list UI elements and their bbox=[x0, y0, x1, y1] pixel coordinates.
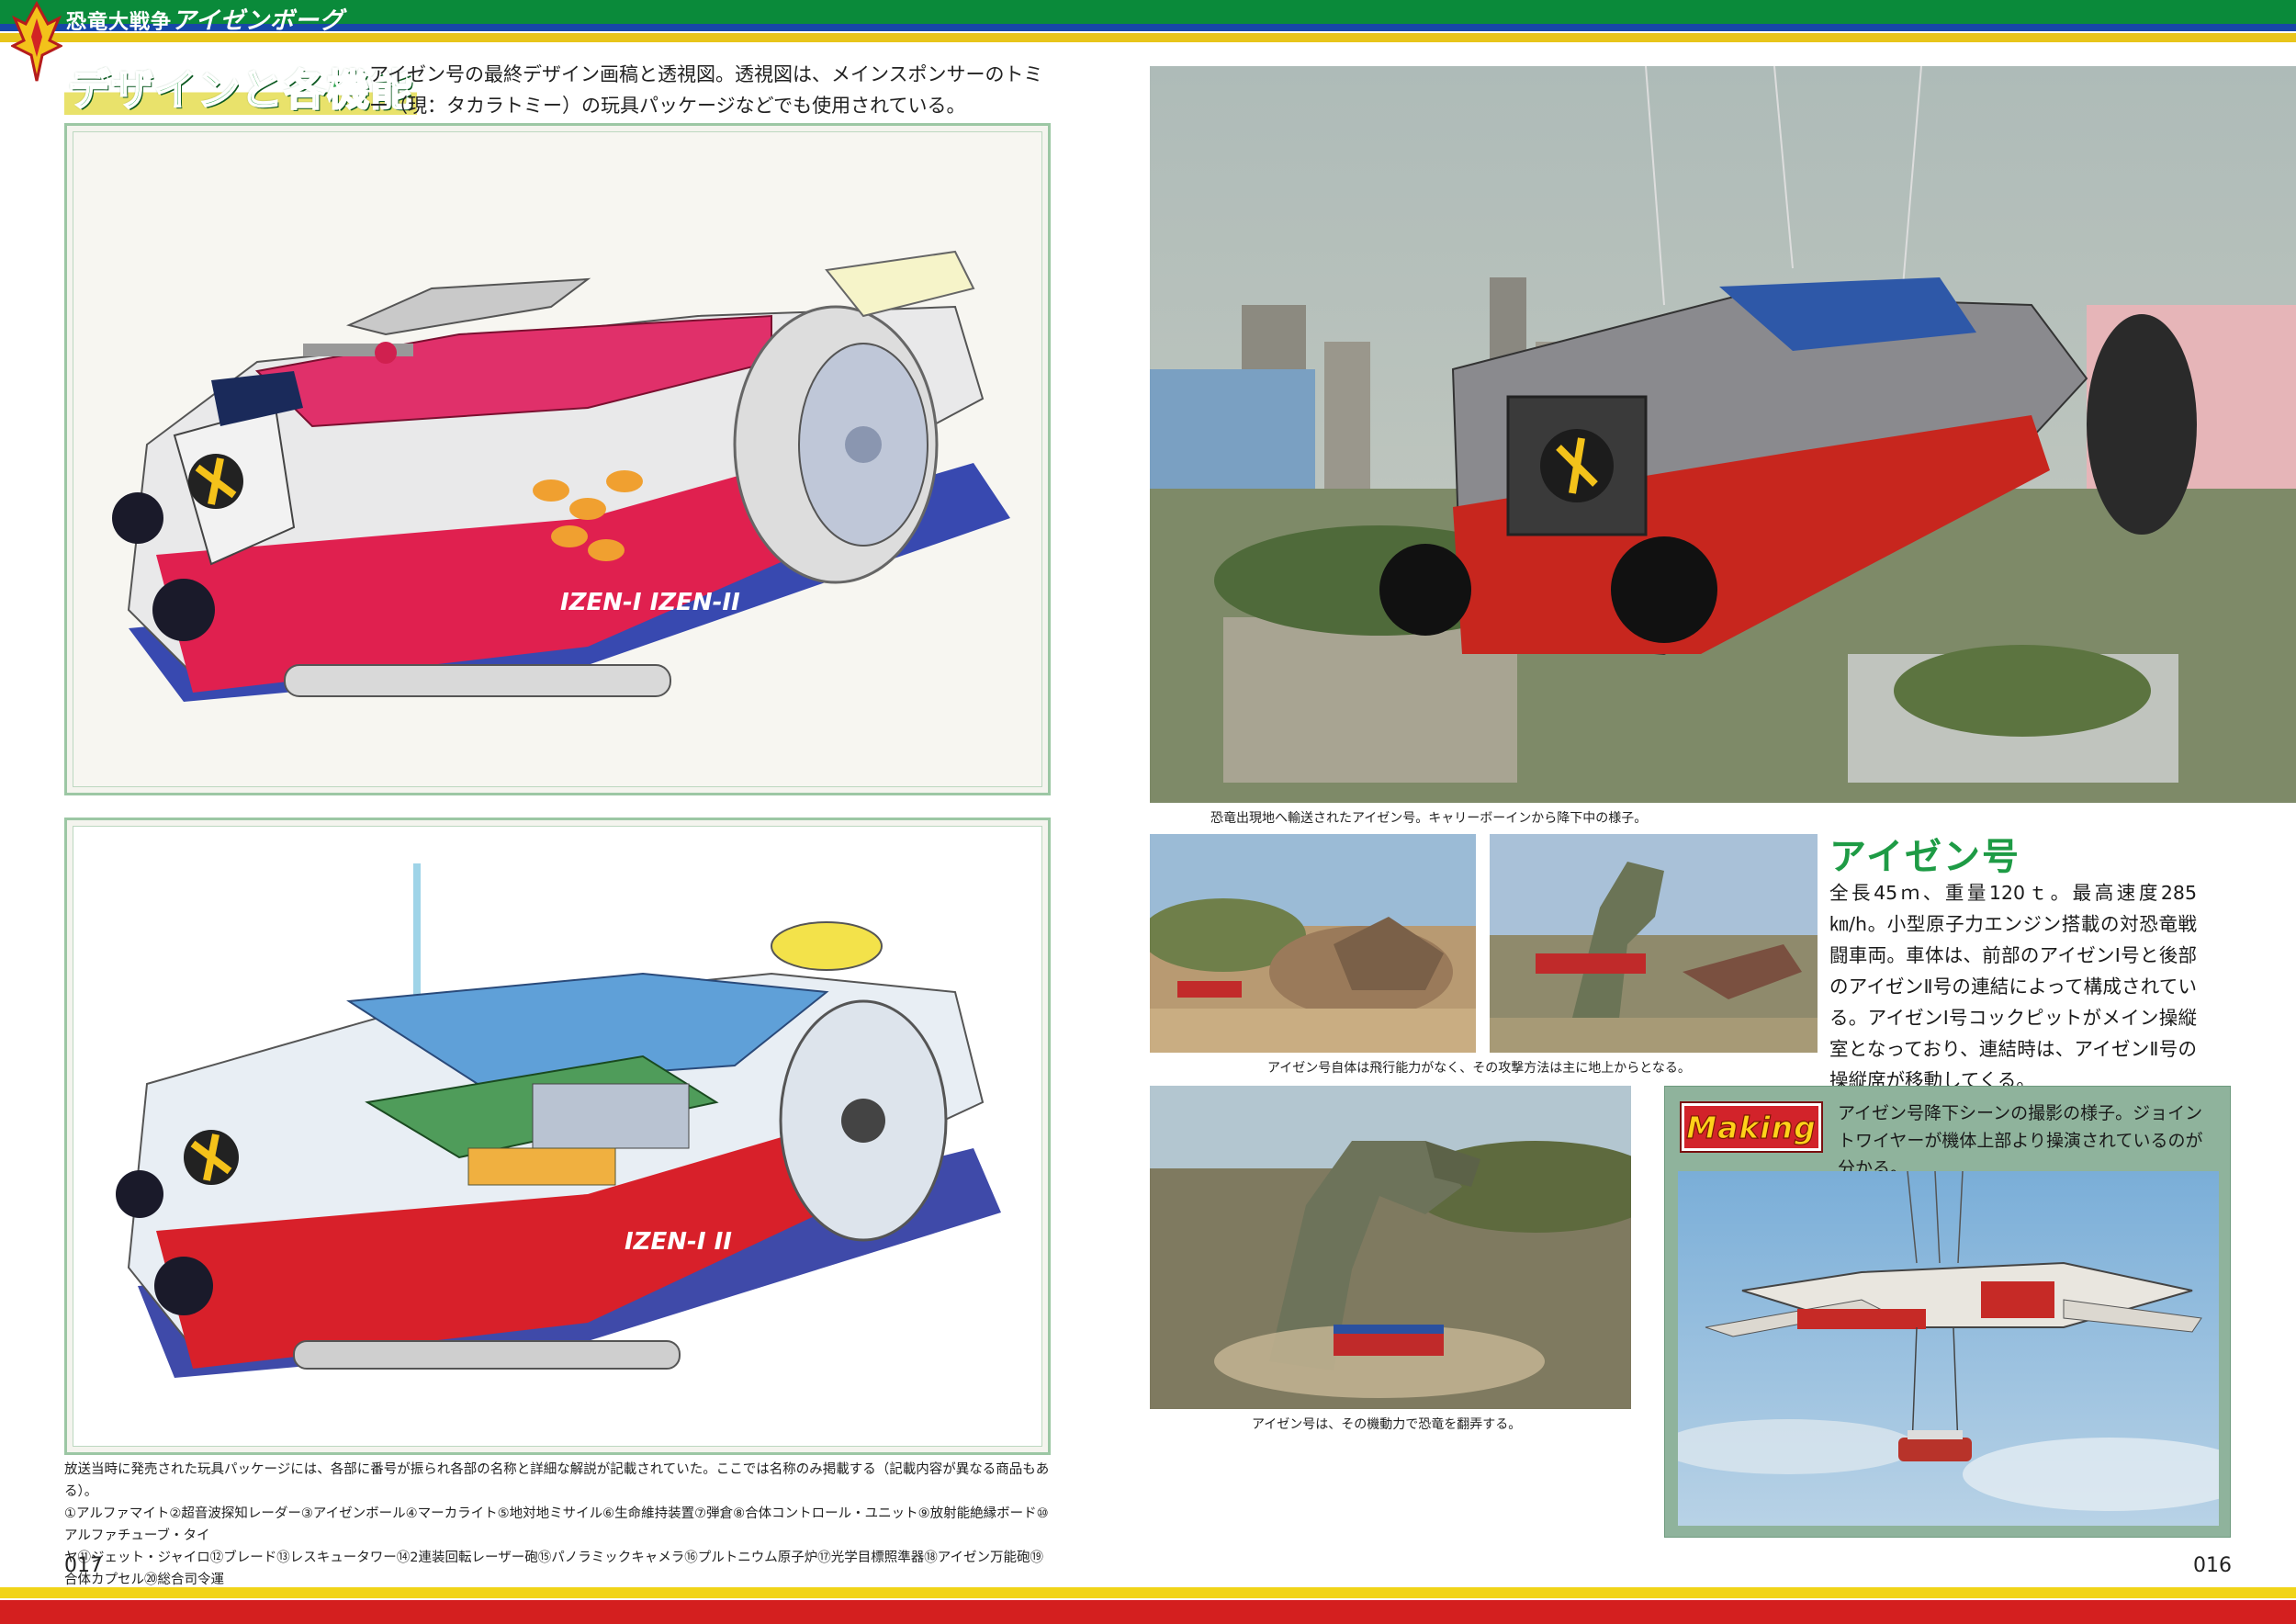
series-main-title: アイゼンボーグ bbox=[172, 7, 344, 35]
making-text: アイゼン号降下シーンの撮影の様子。ジョイントワイヤーが機体上部より操演されている… bbox=[1838, 1103, 2203, 1179]
cutaway-artwork-frame: IZEN-I II bbox=[64, 818, 1051, 1455]
dinosaur-attack-photo-image bbox=[1150, 1086, 1631, 1409]
parts-caption-line-1: ①アルファマイト②超音波探知レーダー③アイゼンボール④マーカライト⑤地対地ミサイ… bbox=[64, 1506, 1049, 1543]
making-photo bbox=[1678, 1171, 2219, 1526]
vehicle-description: 全長45ｍ、重量120ｔ。最高速度285㎞/h。小型原子力エンジン搭載の対恐竜戦… bbox=[1829, 882, 2197, 1091]
main-photo-image bbox=[1150, 66, 2296, 803]
page-number-right: 016 bbox=[2193, 1554, 2232, 1577]
vehicle-name: アイゼン号 bbox=[1829, 836, 2020, 878]
triceratops-photo-image bbox=[1150, 834, 1476, 1053]
top-color-stripe bbox=[0, 0, 2296, 42]
dinosaur-photo-caption: アイゼン号は、その機動力で恐竜を翻弄する。 bbox=[1252, 1417, 1522, 1432]
photo-dinosaur-attack bbox=[1150, 1086, 1631, 1409]
series-title: 恐竜大戦争アイゼンボーグ bbox=[66, 2, 344, 35]
exterior-artwork-frame: IZEN-I IZEN-II bbox=[64, 123, 1051, 795]
making-box: Making アイゼン号降下シーンの撮影の様子。ジョイントワイヤーが機体上部より… bbox=[1664, 1086, 2231, 1538]
exterior-artwork: IZEN-I IZEN-II bbox=[73, 131, 1042, 787]
section-title-text: デザインと各機能 bbox=[64, 64, 417, 116]
parts-caption-intro: 放送当時に発売された玩具パッケージには、各部に番号が振られ各部の名称と詳細な解説… bbox=[64, 1462, 1050, 1499]
making-photo-image bbox=[1678, 1171, 2219, 1526]
section-title: デザインと各機能 bbox=[64, 57, 417, 118]
making-badge: Making bbox=[1682, 1103, 1821, 1151]
bottom-color-stripe bbox=[0, 1587, 2296, 1624]
intro-text: アイゼン号の最終デザイン画稿と透視図。透視図は、メインスポンサーのトミー（現：タ… bbox=[369, 63, 1043, 117]
exterior-vehicle-illustration: IZEN-I IZEN-II bbox=[112, 250, 1010, 702]
cutaway-artwork: IZEN-I II bbox=[73, 826, 1042, 1447]
making-badge-label: Making bbox=[1686, 1109, 1817, 1145]
photo-triceratops bbox=[1150, 834, 1476, 1053]
izenborg-emblem-icon bbox=[11, 0, 62, 82]
exterior-marking-text: IZEN-I IZEN-II bbox=[560, 589, 740, 616]
main-photo-caption: 恐竜出現地へ輸送されたアイゼン号。キャリーボーインから降下中の様子。 bbox=[1210, 811, 1648, 826]
series-prefix: 恐竜大戦争 bbox=[66, 11, 173, 34]
photo-dinosaur-standing bbox=[1490, 834, 1818, 1053]
pair-photo-caption: アイゼン号自体は飛行能力がなく、その攻撃方法は主に地上からとなる。 bbox=[1267, 1061, 1691, 1076]
page-number-left: 017 bbox=[64, 1554, 103, 1577]
dinosaur-standing-photo-image bbox=[1490, 834, 1818, 1053]
cutaway-vehicle-illustration: IZEN-I II bbox=[116, 863, 1001, 1378]
parts-caption-line-2: ヤ⑪ジェット・ジャイロ⑫ブレード⑬レスキュータワー⑭2連装回転レーザー砲⑮パノラ… bbox=[64, 1551, 1043, 1587]
main-photo bbox=[1150, 66, 2296, 803]
cutaway-marking-text: IZEN-I II bbox=[625, 1228, 732, 1256]
